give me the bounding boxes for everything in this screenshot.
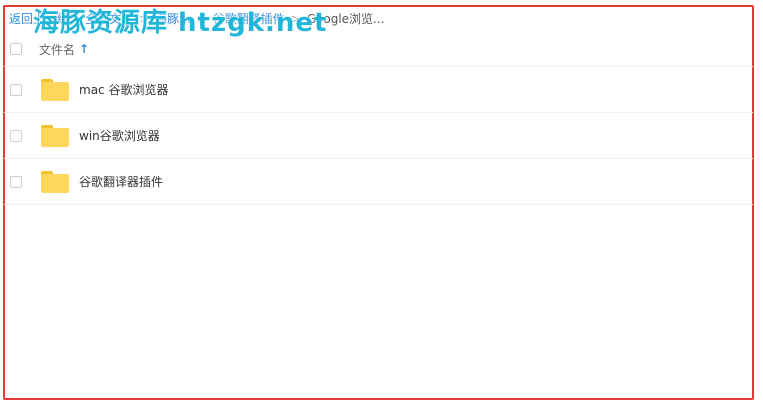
row-checkbox[interactable] [10,83,22,96]
row-checkbox[interactable] [10,175,22,188]
folder-icon [41,124,69,147]
table-row[interactable]: win谷歌浏览器 [4,113,753,159]
folder-icon [41,78,69,101]
file-list: 文件名 ↑ mac 谷歌浏览器 win谷歌浏览器 谷歌翻译器插件 [4,32,753,205]
select-all-checkbox[interactable] [10,43,22,55]
file-list-header: 文件名 ↑ [4,32,753,67]
table-row[interactable]: 谷歌翻译器插件 [4,159,753,205]
file-name-link[interactable]: win谷歌浏览器 [79,127,160,144]
file-name-link[interactable]: 谷歌翻译器插件 [79,173,163,190]
row-checkbox[interactable] [10,129,22,142]
folder-icon [41,170,69,193]
file-name-link[interactable]: mac 谷歌浏览器 [79,81,168,98]
sort-ascending-icon[interactable]: ↑ [79,42,89,56]
table-row[interactable]: mac 谷歌浏览器 [4,67,753,113]
column-header-filename[interactable]: 文件名 [39,41,75,58]
